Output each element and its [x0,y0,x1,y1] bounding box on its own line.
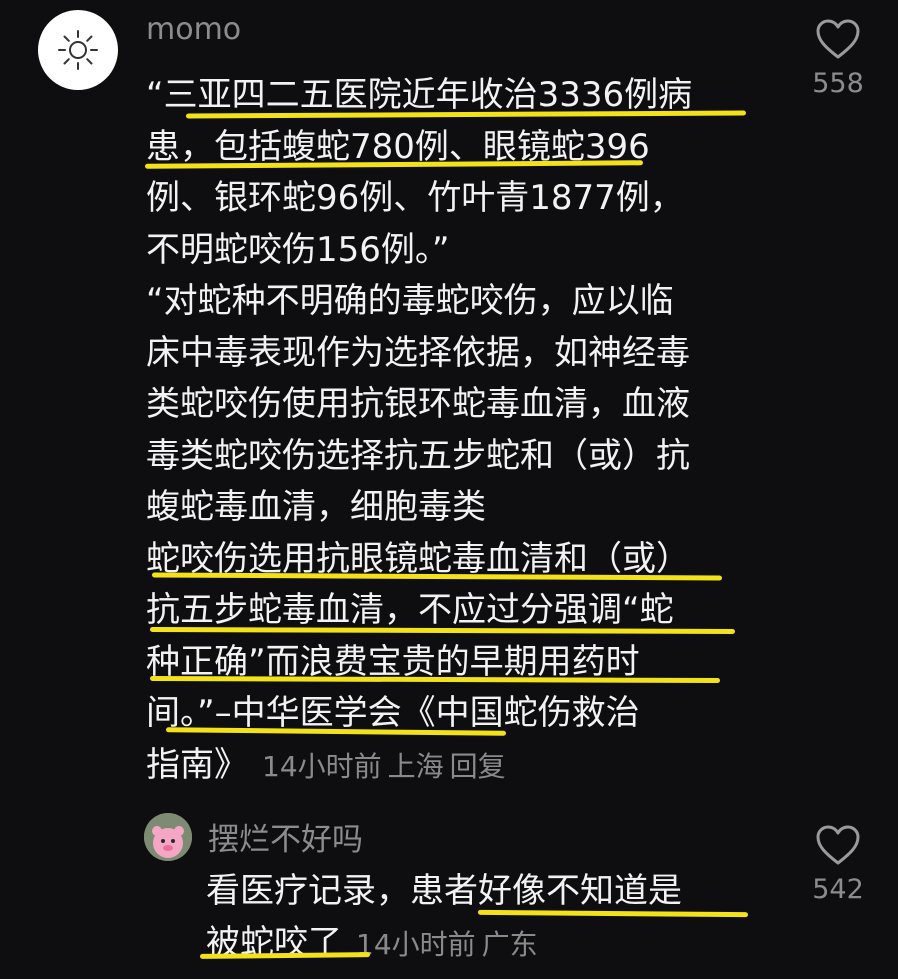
comment-location: 上海 [387,749,444,783]
reply-time: 14小时前 [356,927,476,961]
reply-button[interactable]: 回复 [450,750,506,783]
comment-meta: 14小时前 上海 回复 [262,750,512,783]
avatar-sun-icon[interactable] [38,10,118,90]
reply-location: 广东 [481,927,538,961]
comment-like-button[interactable]: 558 [803,18,873,99]
comment-line: 指南》 [146,744,248,785]
comment-like-count: 558 [812,68,864,99]
reply-meta: 14小时前 广东 [356,928,544,961]
comment-line: 蝮蛇毒血清，细胞毒类 [146,487,486,527]
sun-icon [58,30,98,70]
comment-username[interactable]: momo [146,12,241,47]
heart-outline-icon [816,825,860,865]
comment-line: 不明蛇咬伤156例。” [146,229,450,270]
comment-line: 床中毒表现作为选择依据，如神经毒 [146,332,690,373]
heart-outline-icon [816,19,860,59]
comment-time: 14小时前 [262,749,382,783]
reply-like-button[interactable]: 542 [803,824,873,905]
avatar-pink-bear[interactable] [144,813,192,861]
comment-line: 例、银环蛇96例、竹叶青1877例， [146,178,684,218]
comment-last-line: 指南》 14小时前 上海 回复 [146,740,786,792]
comment-line: “对蛇种不明确的毒蛇咬伤，应以临 [146,281,674,321]
comment-line: 毒类蛇咬伤选择抗五步蛇和（或）抗 [146,435,690,476]
pink-bear-avatar-icon [144,813,192,861]
reply-like-count: 542 [812,874,864,905]
comment-line: 类蛇咬伤使用抗银环蛇毒血清，血液 [146,384,690,424]
reply-username[interactable]: 摆烂不好吗 [208,814,363,859]
reply-last-line: 被蛇咬了 14小时前 广东 [206,918,766,970]
